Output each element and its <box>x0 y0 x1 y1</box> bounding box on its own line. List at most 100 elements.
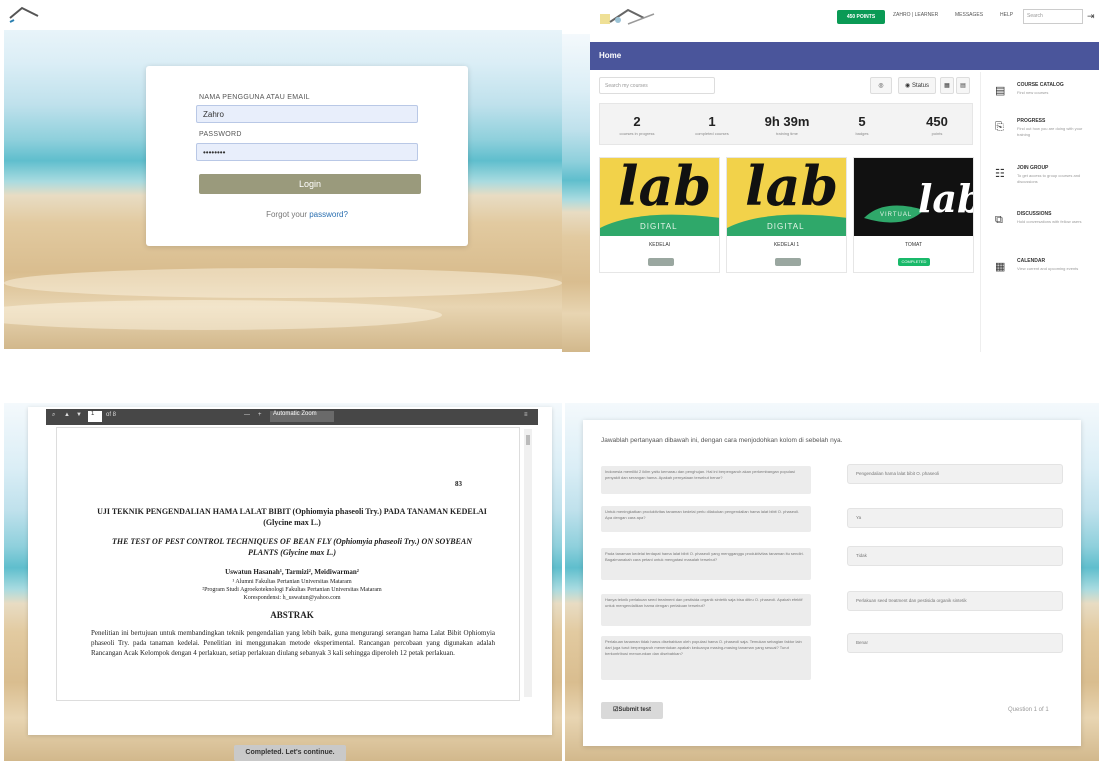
sidebar-item-desc: Find new courses <box>1017 90 1049 95</box>
menu-icon[interactable]: ≡ <box>524 412 528 418</box>
user-menu[interactable]: ZAHRO | LEARNER <box>893 12 938 18</box>
zoom-select[interactable]: Automatic Zoom <box>270 411 334 422</box>
answer-option[interactable]: Ya <box>847 508 1063 528</box>
list-icon: ▤ <box>960 83 966 89</box>
pdf-page: 83 UJI TEKNIK PENGENDALIAN HAMA LALAT BI… <box>56 427 520 701</box>
quiz-instruction: Jawablah pertanyaan dibawah ini, dengan … <box>601 437 843 444</box>
points-button[interactable]: 450 POINTS <box>837 10 885 24</box>
question-item[interactable]: Indonesia memiliki 2 iklim yaitu kemarau… <box>601 466 811 494</box>
pdf-screen: ⌕ ▲ ▼ 1 of 8 — + Automatic Zoom ≡ 83 UJI… <box>4 403 562 761</box>
forgot-password-link[interactable]: password? <box>309 210 348 219</box>
continue-button[interactable]: Completed. Let's continue. <box>234 745 346 761</box>
course-thumbnail: lab DIGITAL <box>727 158 846 236</box>
catalog-icon: ▤ <box>995 85 1006 97</box>
discussion-icon: ⧉ <box>995 214 1003 226</box>
logout-icon[interactable]: ⇥ <box>1087 11 1095 22</box>
sidebar-item-desc: View current and upcoming events <box>1017 266 1079 271</box>
stat-in-progress: 2 courses in progress <box>600 104 674 146</box>
digital-text: DIGITAL <box>640 222 678 231</box>
course-thumbnail: VIRTUAL lab <box>854 158 973 236</box>
login-screen: NAMA PENGGUNA ATAU EMAIL Zahro PASSWORD … <box>4 0 562 349</box>
brand-logo[interactable] <box>598 6 662 28</box>
status-label: Status <box>911 83 929 89</box>
catalog-view-button[interactable]: ◎ <box>870 77 892 94</box>
course-completed-chip: COMPLETED <box>898 258 930 266</box>
sidebar-item-title: DISCUSSIONS <box>1017 211 1052 217</box>
forgot-password: Forgot your password? <box>146 210 468 219</box>
answer-option[interactable]: Pengendalian hama lalat bibit O. phaseol… <box>847 464 1063 484</box>
stat-value: 1 <box>708 114 716 129</box>
submit-test-button[interactable]: ☑Submit test <box>601 702 663 719</box>
stat-training-time: 9h 39m training time <box>750 104 824 146</box>
messages-link[interactable]: MESSAGES <box>955 12 983 18</box>
course-card-tomat[interactable]: VIRTUAL lab TOMAT COMPLETED <box>853 157 974 273</box>
progress-icon: ⎘ <box>995 121 1004 133</box>
question-item[interactable]: Hanya teknik perlakuan seed treatment da… <box>601 594 811 626</box>
sidebar-item-title: PROGRESS <box>1017 118 1046 124</box>
course-progress-chip <box>775 258 801 266</box>
paper-affiliation-1: ¹ Alumni Fakultas Pertanian Universitas … <box>232 579 352 585</box>
submit-label: Submit test <box>618 707 652 713</box>
question-counter: Question 1 of 1 <box>1008 707 1049 713</box>
digital-text: DIGITAL <box>767 222 805 231</box>
pdf-viewer: ⌕ ▲ ▼ 1 of 8 — + Automatic Zoom ≡ 83 UJI… <box>28 407 552 735</box>
answer-option[interactable]: Tidak <box>847 546 1063 566</box>
stat-label: courses in progress <box>619 131 655 136</box>
password-input[interactable]: •••••••• <box>196 143 418 161</box>
stat-label: badges <box>855 131 869 136</box>
journal-page-number: 83 <box>455 480 462 488</box>
zoom-in-icon[interactable]: + <box>258 412 262 418</box>
abstract-text: Penelitian ini bertujuan untuk membandin… <box>91 629 495 657</box>
sidebar-item-title: JOIN GROUP <box>1017 165 1049 171</box>
sand-dune <box>4 300 442 330</box>
grid-view-button[interactable]: ▦ <box>940 77 954 94</box>
zoom-out-icon[interactable]: — <box>244 412 250 418</box>
next-page-icon[interactable]: ▼ <box>76 412 82 418</box>
login-button[interactable]: Login <box>199 174 421 194</box>
answer-option[interactable]: Perlakuan seed treatment dan pestisida o… <box>847 591 1063 611</box>
course-card-kedelai-1[interactable]: lab DIGITAL KEDELAI 1 <box>726 157 847 273</box>
stat-points: 450 points <box>900 104 974 146</box>
lab-logo-text: lab <box>745 158 839 218</box>
sand-dune <box>4 268 562 298</box>
sidebar-item-desc: Hold conversations with fellow users <box>1017 219 1082 224</box>
help-link[interactable]: HELP <box>1000 12 1013 18</box>
stat-value: 9h 39m <box>764 114 810 129</box>
question-item[interactable]: Pada tanaman kedelai terdapat hama lalat… <box>601 548 811 580</box>
grid-icon: ▦ <box>944 83 950 89</box>
background-strip <box>562 34 590 352</box>
sidebar-item-title: CALENDAR <box>1017 258 1046 264</box>
lab-logo-text: lab <box>618 158 712 218</box>
prev-page-icon[interactable]: ▲ <box>64 412 70 418</box>
course-progress-chip <box>648 258 674 266</box>
sidebar-item-title: COURSE CATALOG <box>1017 82 1064 88</box>
calendar-icon: ▦ <box>995 261 1006 273</box>
virtual-text: VIRTUAL <box>880 212 913 218</box>
list-view-button[interactable]: ▤ <box>956 77 970 94</box>
lab-logo-text: lab <box>918 176 973 221</box>
globe-icon: ◎ <box>878 83 884 89</box>
stat-label: training time <box>776 131 798 136</box>
stat-label: completed courses <box>695 131 729 136</box>
global-search-input[interactable]: Search <box>1023 9 1083 24</box>
course-title: TOMAT <box>904 242 923 248</box>
search-icon[interactable]: ⌕ <box>52 412 55 419</box>
course-card-kedelai[interactable]: lab DIGITAL KEDELAI <box>599 157 720 273</box>
pdf-scrollbar[interactable] <box>524 429 532 697</box>
course-search-input[interactable]: Search my courses <box>599 77 715 94</box>
quiz-card: Jawablah pertanyaan dibawah ini, dengan … <box>583 420 1081 746</box>
page-number-input[interactable]: 1 <box>88 411 102 422</box>
username-input[interactable]: Zahro <box>196 105 418 123</box>
page-total: of 8 <box>106 412 117 418</box>
status-filter-button[interactable]: ◉ Status <box>898 77 936 94</box>
question-item[interactable]: Perlakuan tanaman tidak harus disebabkan… <box>601 636 811 680</box>
question-item[interactable]: Untuk meningkatkan produktivitas tanaman… <box>601 506 811 532</box>
dashboard-topbar: 450 POINTS ZAHRO | LEARNER MESSAGES HELP… <box>562 0 1099 34</box>
status-icon: ◉ <box>905 83 911 89</box>
answer-option[interactable]: Benar <box>847 633 1063 653</box>
paper-title: UJI TEKNIK PENGENDALIAN HAMA LALAT BIBIT… <box>97 507 487 527</box>
username-label: NAMA PENGGUNA ATAU EMAIL <box>199 94 310 101</box>
pdf-toolbar: ⌕ ▲ ▼ 1 of 8 — + Automatic Zoom ≡ <box>46 409 538 425</box>
paper-affiliation-2: ²Program Studi Agroekoteknologi Fakultas… <box>202 587 382 593</box>
password-label: PASSWORD <box>199 131 242 138</box>
